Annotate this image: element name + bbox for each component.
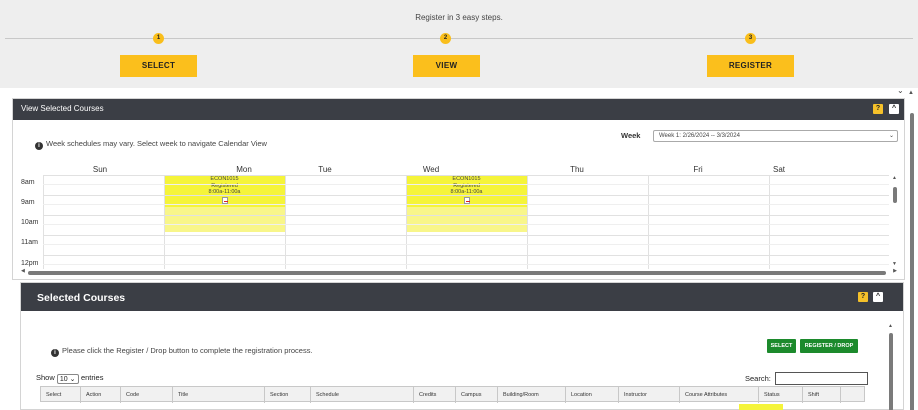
grid-line <box>43 215 889 216</box>
day-sat: Sat <box>772 165 785 174</box>
page-scrollbar[interactable]: ▲ <box>905 88 918 410</box>
week-label: Week <box>621 131 641 140</box>
calendar-hscrollbar-thumb[interactable] <box>28 271 886 275</box>
day-wed: Wed <box>422 165 440 174</box>
hour-label: 9am <box>21 199 35 206</box>
column-header-status[interactable]: Status <box>759 387 803 403</box>
column-header-section[interactable]: Section <box>265 387 311 403</box>
grid-line <box>43 184 889 185</box>
selected-panel-scrollbar-thumb[interactable] <box>889 333 893 410</box>
column-header-course-attributes[interactable]: Course Attributes <box>680 387 759 403</box>
calendar-vertical-scrollbar[interactable]: ▲ ▼ <box>891 175 899 267</box>
grid-line <box>43 235 889 236</box>
calendar-event-mon[interactable]: ECON1015 Registered 8:00a-11:00a <box>164 175 285 207</box>
week-select-value: Week 1: 2/26/2024 -- 3/3/2024 <box>659 133 740 139</box>
column-header-title[interactable]: Title <box>173 387 265 403</box>
selected-courses-panel: Selected Courses ? ^ SELECT REGISTER / D… <box>20 282 904 410</box>
search-label: Search: <box>745 374 771 383</box>
collapse-icon[interactable]: ^ <box>873 292 883 302</box>
calendar-grid: ECON1015 Registered 8:00a-11:00a ECON101… <box>21 175 889 269</box>
registration-page: Register in 3 easy steps. 1 2 3 SELECT V… <box>0 0 918 410</box>
grid-line <box>43 255 889 256</box>
steps-title: Register in 3 easy steps. <box>415 13 503 22</box>
step-1-number: 1 <box>153 33 164 44</box>
hour-label: 12pm <box>21 260 39 267</box>
column-header-code[interactable]: Code <box>121 387 173 403</box>
hour-label: 10am <box>21 219 39 226</box>
entries-label: entries <box>80 373 104 382</box>
show-entries: Show 10 ⌄ entries <box>36 373 103 384</box>
column-header-extra <box>841 387 864 403</box>
view-selected-courses-panel: View Selected Courses ? ^ i Week schedule… <box>12 98 905 280</box>
grid-line <box>43 224 889 225</box>
step-register-button[interactable]: REGISTER <box>707 55 794 77</box>
step-3-number: 3 <box>745 33 756 44</box>
column-header-action[interactable]: Action <box>81 387 121 403</box>
grid-line <box>43 244 889 245</box>
calendar-scrollbar-thumb[interactable] <box>893 187 897 203</box>
scroll-left-icon[interactable]: ◀ <box>21 268 25 274</box>
courses-table-header: Select Action Code Title Section Schedul… <box>40 386 865 403</box>
steps-header: Register in 3 easy steps. 1 2 3 SELECT V… <box>0 0 918 88</box>
day-sun: Sun <box>92 165 108 174</box>
calendar-event-wed[interactable]: ECON1015 Registered 8:00a-11:00a <box>406 175 527 207</box>
day-tue: Tue <box>318 165 332 174</box>
week-info: i Week schedules may vary. Select week to… <box>35 139 267 150</box>
register-drop-button[interactable]: REGISTER / DROP <box>800 339 858 353</box>
hour-label: 8am <box>21 179 35 186</box>
info-icon: i <box>51 349 59 357</box>
chevron-down-icon: ⌄ <box>888 133 894 139</box>
calendar-horizontal-scrollbar[interactable]: ◀ ▶ <box>21 268 897 276</box>
calendar-event-mon-extension <box>164 207 285 232</box>
grid-line <box>43 175 889 176</box>
scroll-up-icon[interactable]: ▲ <box>908 90 914 96</box>
show-label: Show <box>36 373 55 382</box>
step-view-button[interactable]: VIEW <box>413 55 480 77</box>
select-button[interactable]: SELECT <box>767 339 796 353</box>
search-input[interactable] <box>775 372 868 385</box>
calendar-event-wed-extension <box>406 207 527 232</box>
day-thu: Thu <box>570 165 584 174</box>
week-info-text: Week schedules may vary. Select week to … <box>46 139 267 148</box>
help-icon[interactable]: ? <box>873 104 883 114</box>
step-2-number: 2 <box>440 33 451 44</box>
grid-line <box>43 195 889 196</box>
calendar: Sun Mon Tue Wed Thu Fri Sat ECON1015 Reg… <box>21 165 889 269</box>
view-panel-header: View Selected Courses ? ^ <box>13 99 904 120</box>
help-icon[interactable]: ? <box>858 292 868 302</box>
column-header-building-room[interactable]: Building/Room <box>498 387 566 403</box>
scroll-up-icon[interactable]: ▲ <box>888 323 893 329</box>
chevron-down-icon[interactable]: ⌄ <box>897 86 904 95</box>
week-select[interactable]: Week 1: 2/26/2024 -- 3/3/2024 ⌄ <box>653 130 898 142</box>
column-header-shift[interactable]: Shift <box>803 387 841 403</box>
column-header-instructor[interactable]: Instructor <box>619 387 680 403</box>
column-header-location[interactable]: Location <box>566 387 619 403</box>
step-select-button[interactable]: SELECT <box>120 55 197 77</box>
register-info: i Please click the Register / Drop button… <box>51 346 313 357</box>
register-info-text: Please click the Register / Drop button … <box>62 346 313 355</box>
page-scrollbar-thumb[interactable] <box>910 113 914 410</box>
selected-panel-header: Selected Courses ? ^ <box>21 283 903 311</box>
column-header-schedule[interactable]: Schedule <box>311 387 414 403</box>
column-header-select[interactable]: Select <box>41 387 81 403</box>
entries-select[interactable]: 10 ⌄ <box>56 374 79 384</box>
collapse-icon[interactable]: ^ <box>889 104 899 114</box>
scroll-up-icon[interactable]: ▲ <box>892 175 897 181</box>
status-cell-highlight <box>739 404 783 410</box>
pdf-icon[interactable] <box>463 196 470 204</box>
selected-panel-scrollbar[interactable]: ▲ <box>887 323 895 410</box>
grid-line <box>43 264 889 265</box>
grid-line <box>43 204 889 205</box>
column-header-campus[interactable]: Campus <box>456 387 498 403</box>
selected-panel-title: Selected Courses <box>37 292 126 304</box>
pdf-icon[interactable] <box>221 196 228 204</box>
day-fri: Fri <box>693 165 703 174</box>
scroll-right-icon[interactable]: ▶ <box>893 268 897 274</box>
view-panel-title: View Selected Courses <box>21 104 104 113</box>
column-header-credits[interactable]: Credits <box>414 387 456 403</box>
info-icon: i <box>35 142 43 150</box>
steps-divider <box>5 38 913 39</box>
hour-label: 11am <box>21 239 38 246</box>
scroll-down-icon[interactable]: ▼ <box>892 261 897 267</box>
